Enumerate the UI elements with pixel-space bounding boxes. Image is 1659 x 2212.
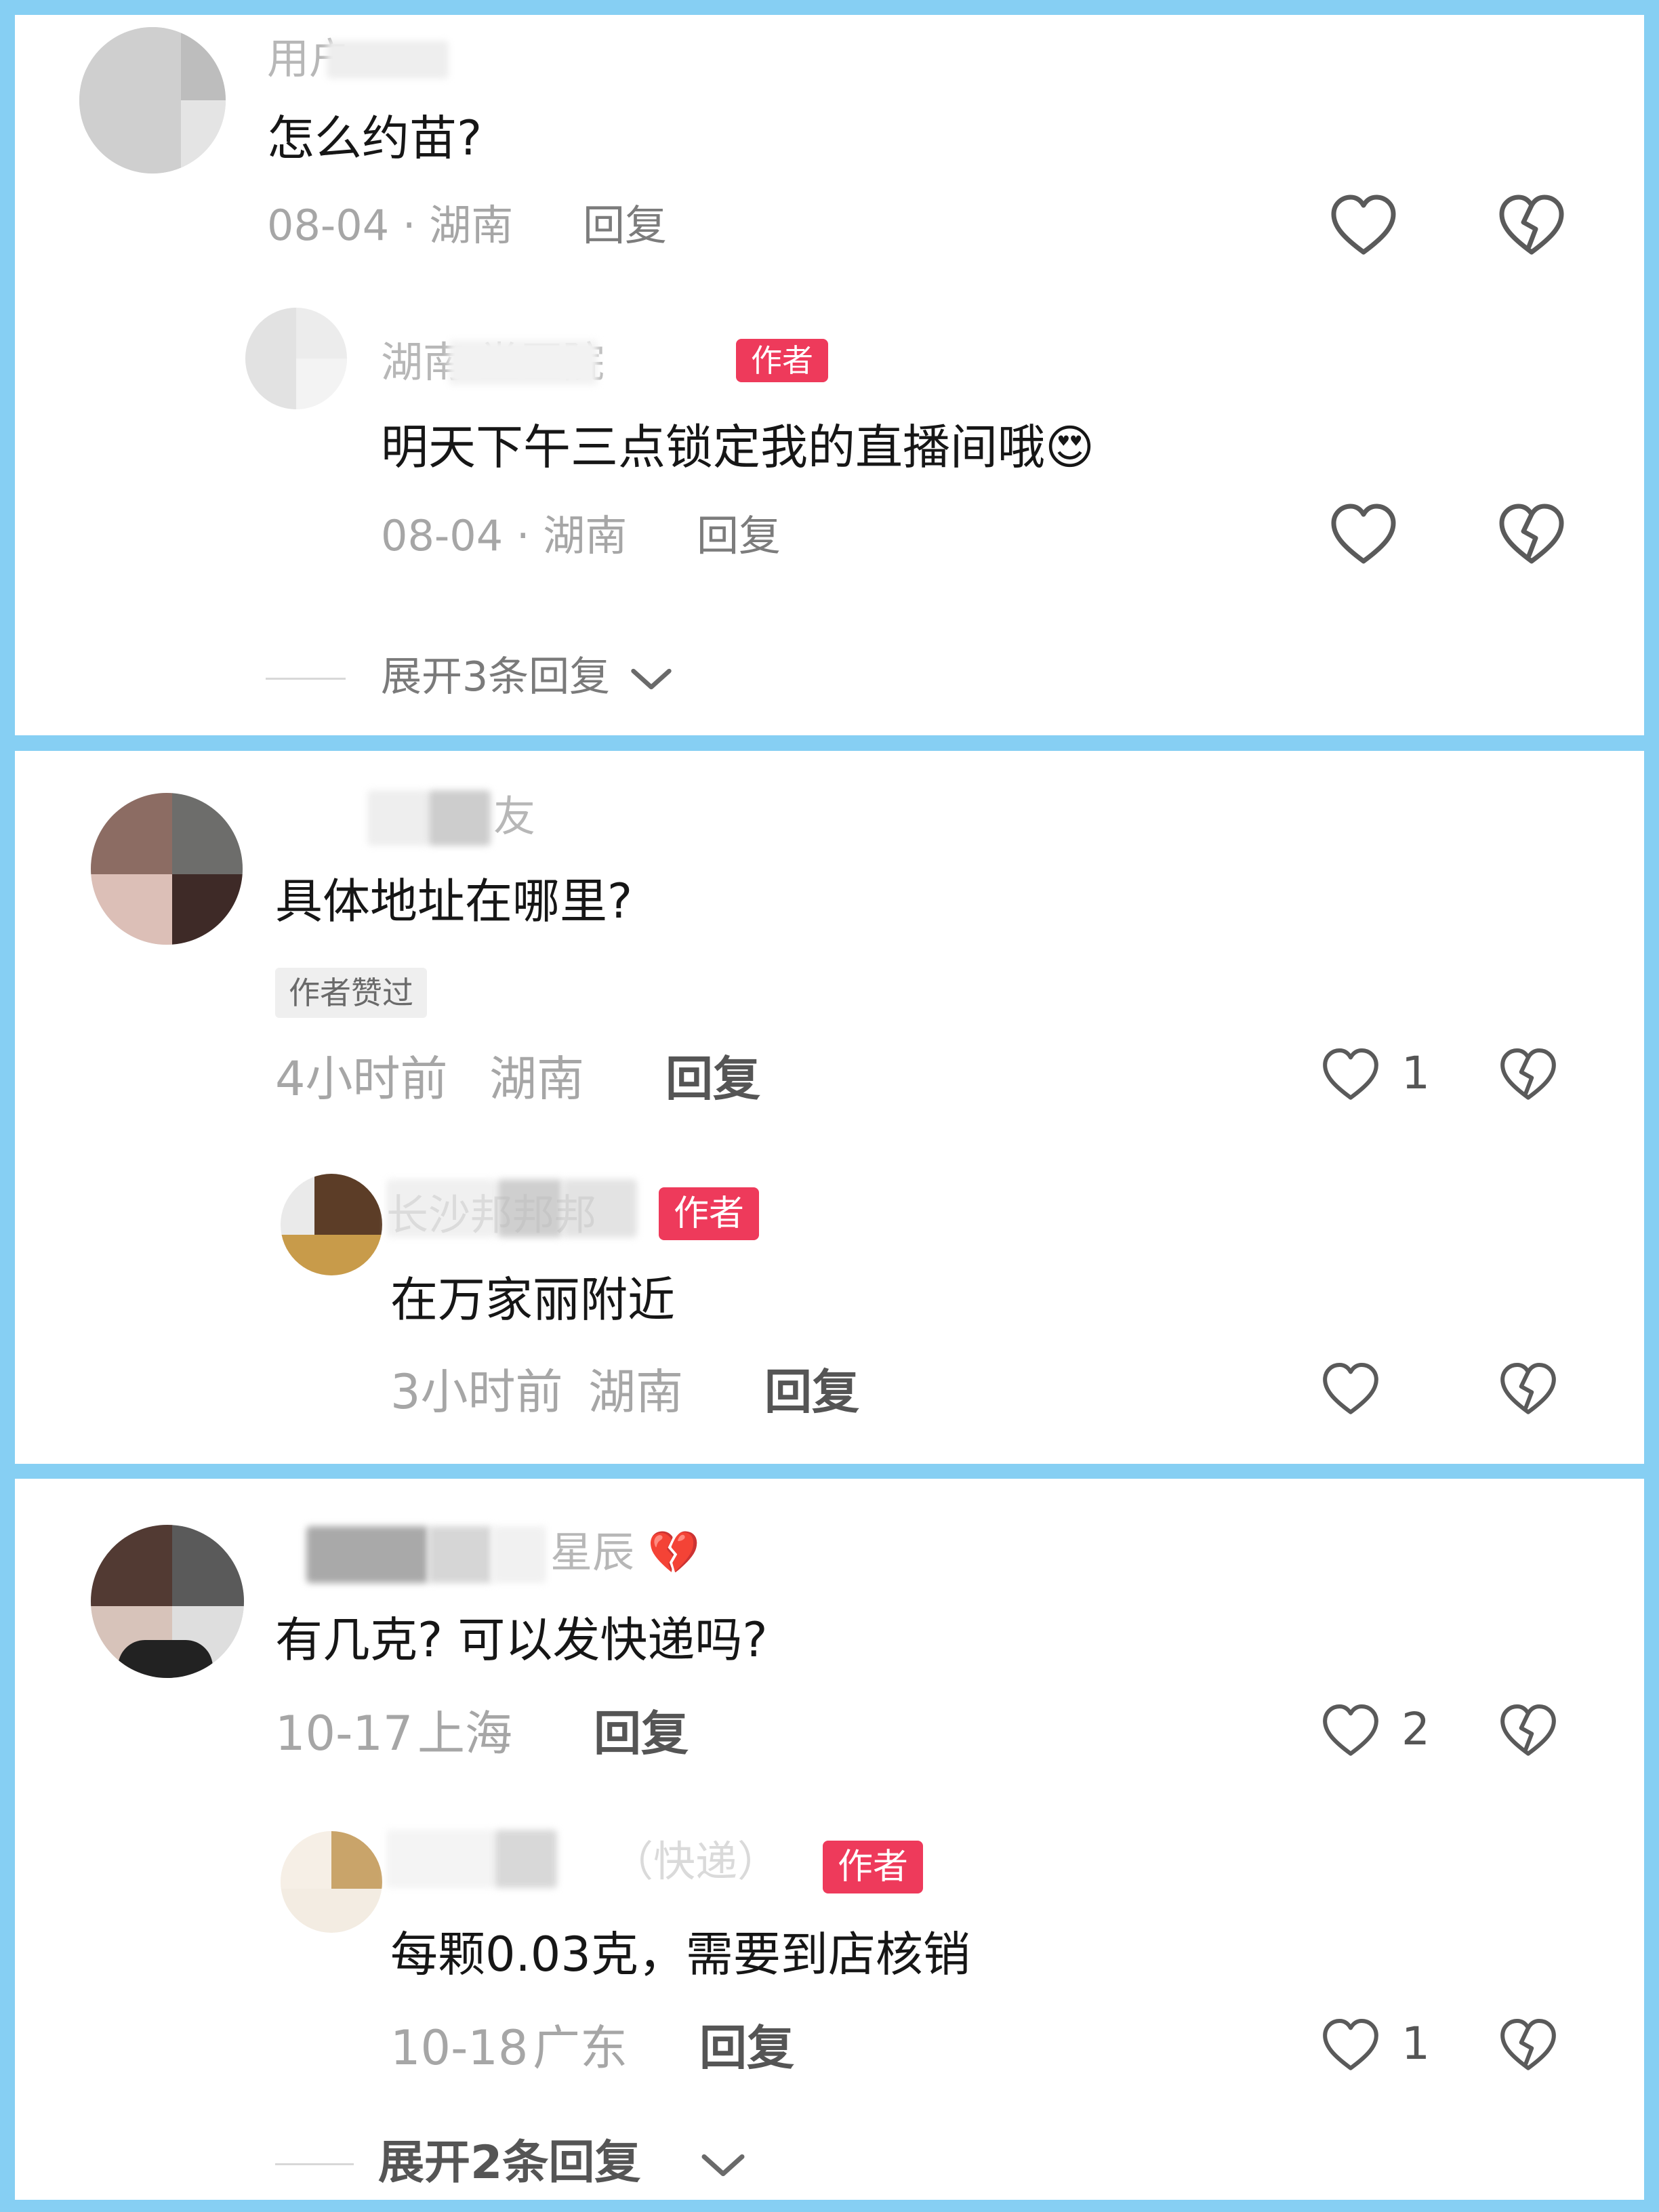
- reply-text-body: 明天下午三点锁定我的直播间哦: [381, 419, 1045, 475]
- broken-heart-icon[interactable]: [1499, 1361, 1557, 1419]
- reply-avatar[interactable]: [281, 1174, 382, 1275]
- avatar[interactable]: [79, 27, 226, 173]
- reply-location: 广东: [533, 2020, 628, 2076]
- broken-heart-icon[interactable]: [1498, 192, 1565, 260]
- comment-panel-3: 星辰 💔 有几克? 可以发快递吗? 10-17 上海 回复 2 （快递） 作者 …: [15, 1479, 1644, 2200]
- redacted-name: [386, 1830, 495, 1888]
- author-badge: 作者: [736, 339, 828, 382]
- comment-location: 湖南: [489, 1051, 584, 1107]
- chevron-down-icon[interactable]: [699, 2151, 747, 2179]
- broken-heart-emoji: 💔: [647, 1528, 700, 1577]
- like-icon[interactable]: [1330, 501, 1397, 569]
- like-count: 2: [1401, 1703, 1430, 1755]
- expand-divider: [275, 2163, 354, 2165]
- broken-heart-icon[interactable]: [1499, 2017, 1557, 2075]
- comment-text: 有几克? 可以发快递吗?: [275, 1612, 768, 1668]
- reply-location: 湖南: [588, 1364, 683, 1420]
- redacted-name: [428, 790, 491, 846]
- commenter-name[interactable]: 友: [493, 793, 535, 840]
- reply-author-name[interactable]: （快递）: [611, 1838, 779, 1885]
- reply-avatar[interactable]: [245, 308, 347, 409]
- comment-text: 具体地址在哪里?: [275, 874, 633, 929]
- redacted-name: [492, 1526, 546, 1583]
- redacted-name: [495, 1830, 557, 1888]
- reply-author-name[interactable]: 长沙邦邦邦: [386, 1191, 596, 1239]
- comment-text: 怎么约苗?: [267, 110, 483, 166]
- like-count: 1: [1401, 1047, 1430, 1099]
- reply-button[interactable]: 回复: [697, 512, 781, 560]
- expand-divider: [266, 678, 346, 680]
- heart-eyes-emoji: 😍: [1045, 419, 1094, 475]
- comment-location: 上海: [417, 1706, 512, 1761]
- comment-date: 08-04 · 湖南: [267, 201, 514, 250]
- redacted-name: [327, 41, 449, 79]
- reply-text: 明天下午三点锁定我的直播间哦😍: [381, 419, 1094, 476]
- expand-replies-button[interactable]: 展开2条回复: [378, 2136, 640, 2190]
- expand-replies-label: 展开2条回复: [378, 2136, 641, 2190]
- commenter-name-text: 星辰: [550, 1528, 635, 1577]
- avatar[interactable]: [91, 1525, 244, 1678]
- comment-panel-2: 友 具体地址在哪里? 作者赞过 4小时前 湖南 回复 1 长沙邦邦邦 作者 在万…: [15, 751, 1644, 1464]
- reply-date: 08-04 · 湖南: [381, 511, 628, 560]
- chevron-down-icon[interactable]: [629, 665, 674, 693]
- redacted-name: [367, 790, 428, 846]
- broken-heart-icon[interactable]: [1499, 1046, 1557, 1105]
- reply-text: 在万家丽附近: [390, 1272, 675, 1328]
- reply-text: 每颗0.03克，需要到店核销: [390, 1927, 970, 1982]
- broken-heart-icon[interactable]: [1498, 501, 1565, 569]
- like-icon[interactable]: [1322, 2017, 1380, 2075]
- reply-button[interactable]: 回复: [594, 1706, 689, 1761]
- comment-date: 10-17: [275, 1706, 413, 1761]
- reply-button[interactable]: 回复: [583, 202, 667, 249]
- expand-replies-label: 展开3条回复: [381, 653, 611, 701]
- redacted-name: [449, 340, 598, 385]
- expand-replies-button[interactable]: 展开3条回复: [381, 653, 610, 701]
- like-icon[interactable]: [1322, 1046, 1380, 1105]
- comment-panel-1: 用户 怎么约苗? 08-04 · 湖南 回复 湖南 堂医院 作者 明天下午三点锁…: [15, 15, 1644, 735]
- reply-button[interactable]: 回复: [699, 2021, 794, 2075]
- author-badge: 作者: [659, 1187, 760, 1240]
- author-liked-badge: 作者赞过: [275, 968, 427, 1018]
- redacted-name: [428, 1526, 492, 1583]
- like-icon[interactable]: [1330, 192, 1397, 260]
- reply-date: 10-18: [390, 2020, 529, 2076]
- avatar[interactable]: [91, 793, 243, 945]
- comment-date: 4小时前: [275, 1051, 448, 1107]
- commenter-name[interactable]: 星辰 💔: [550, 1529, 700, 1576]
- like-icon[interactable]: [1322, 1702, 1380, 1761]
- broken-heart-icon[interactable]: [1499, 1702, 1557, 1761]
- reply-button[interactable]: 回复: [764, 1365, 859, 1419]
- reply-button[interactable]: 回复: [665, 1052, 760, 1106]
- like-count: 1: [1401, 2018, 1430, 2070]
- redacted-name: [306, 1526, 428, 1583]
- like-icon[interactable]: [1322, 1361, 1380, 1419]
- author-badge: 作者: [823, 1841, 924, 1893]
- reply-date: 3小时前: [390, 1364, 563, 1420]
- reply-avatar[interactable]: [281, 1831, 382, 1933]
